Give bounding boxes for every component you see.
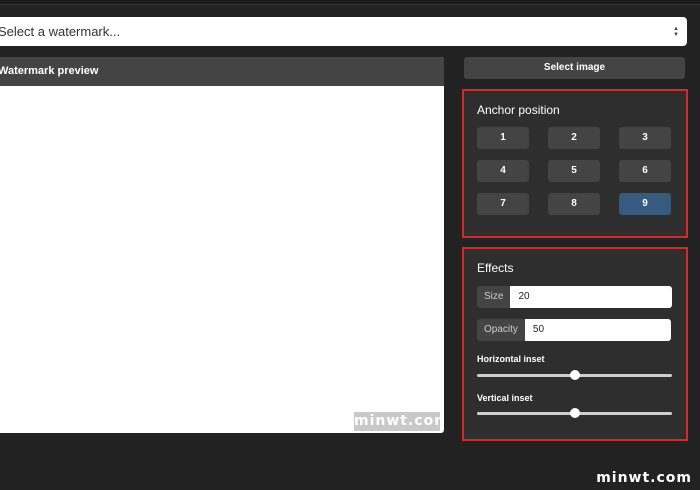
size-label: Size xyxy=(477,286,511,308)
anchor-position-title: Anchor position xyxy=(477,103,560,117)
top-bar xyxy=(0,0,700,5)
vertical-inset-slider[interactable] xyxy=(477,408,672,418)
anchor-button-1[interactable]: 1 xyxy=(477,127,529,149)
horizontal-inset-label: Horizontal inset xyxy=(477,354,545,364)
watermark-preview-panel: Watermark preview minwt.com xyxy=(0,57,444,433)
anchor-button-7[interactable]: 7 xyxy=(477,193,529,215)
effects-title: Effects xyxy=(477,261,514,275)
watermark-select[interactable]: Select a watermark... ▲ ▼ xyxy=(0,17,687,46)
vertical-inset-label: Vertical inset xyxy=(477,393,533,403)
horizontal-inset-slider[interactable] xyxy=(477,370,672,380)
opacity-input-group: Opacity 50 xyxy=(477,319,671,341)
opacity-label: Opacity xyxy=(477,319,525,341)
anchor-button-2[interactable]: 2 xyxy=(548,127,600,149)
anchor-position-panel: Anchor position 1 2 3 4 5 6 7 8 9 xyxy=(462,89,688,238)
horizontal-inset-thumb[interactable] xyxy=(569,370,580,380)
brand-watermark: minwt.com xyxy=(596,470,692,486)
watermark-select-value: Select a watermark... xyxy=(0,24,121,39)
anchor-button-5[interactable]: 5 xyxy=(548,160,600,182)
anchor-button-4[interactable]: 4 xyxy=(477,160,529,182)
anchor-button-6[interactable]: 6 xyxy=(619,160,671,182)
vertical-inset-thumb[interactable] xyxy=(569,408,580,418)
size-input[interactable]: 20 xyxy=(510,286,673,308)
select-image-button[interactable]: Select image xyxy=(464,57,685,79)
opacity-input[interactable]: 50 xyxy=(524,319,671,341)
updown-arrow-icon: ▲ ▼ xyxy=(673,26,679,38)
preview-watermark: minwt.com xyxy=(354,412,444,431)
anchor-button-9[interactable]: 9 xyxy=(619,193,671,215)
preview-title: Watermark preview xyxy=(0,57,444,86)
size-input-group: Size 20 xyxy=(477,286,673,308)
anchor-button-8[interactable]: 8 xyxy=(548,193,600,215)
anchor-button-3[interactable]: 3 xyxy=(619,127,671,149)
effects-panel: Effects Size 20 Opacity 50 Horizontal in… xyxy=(462,247,688,441)
